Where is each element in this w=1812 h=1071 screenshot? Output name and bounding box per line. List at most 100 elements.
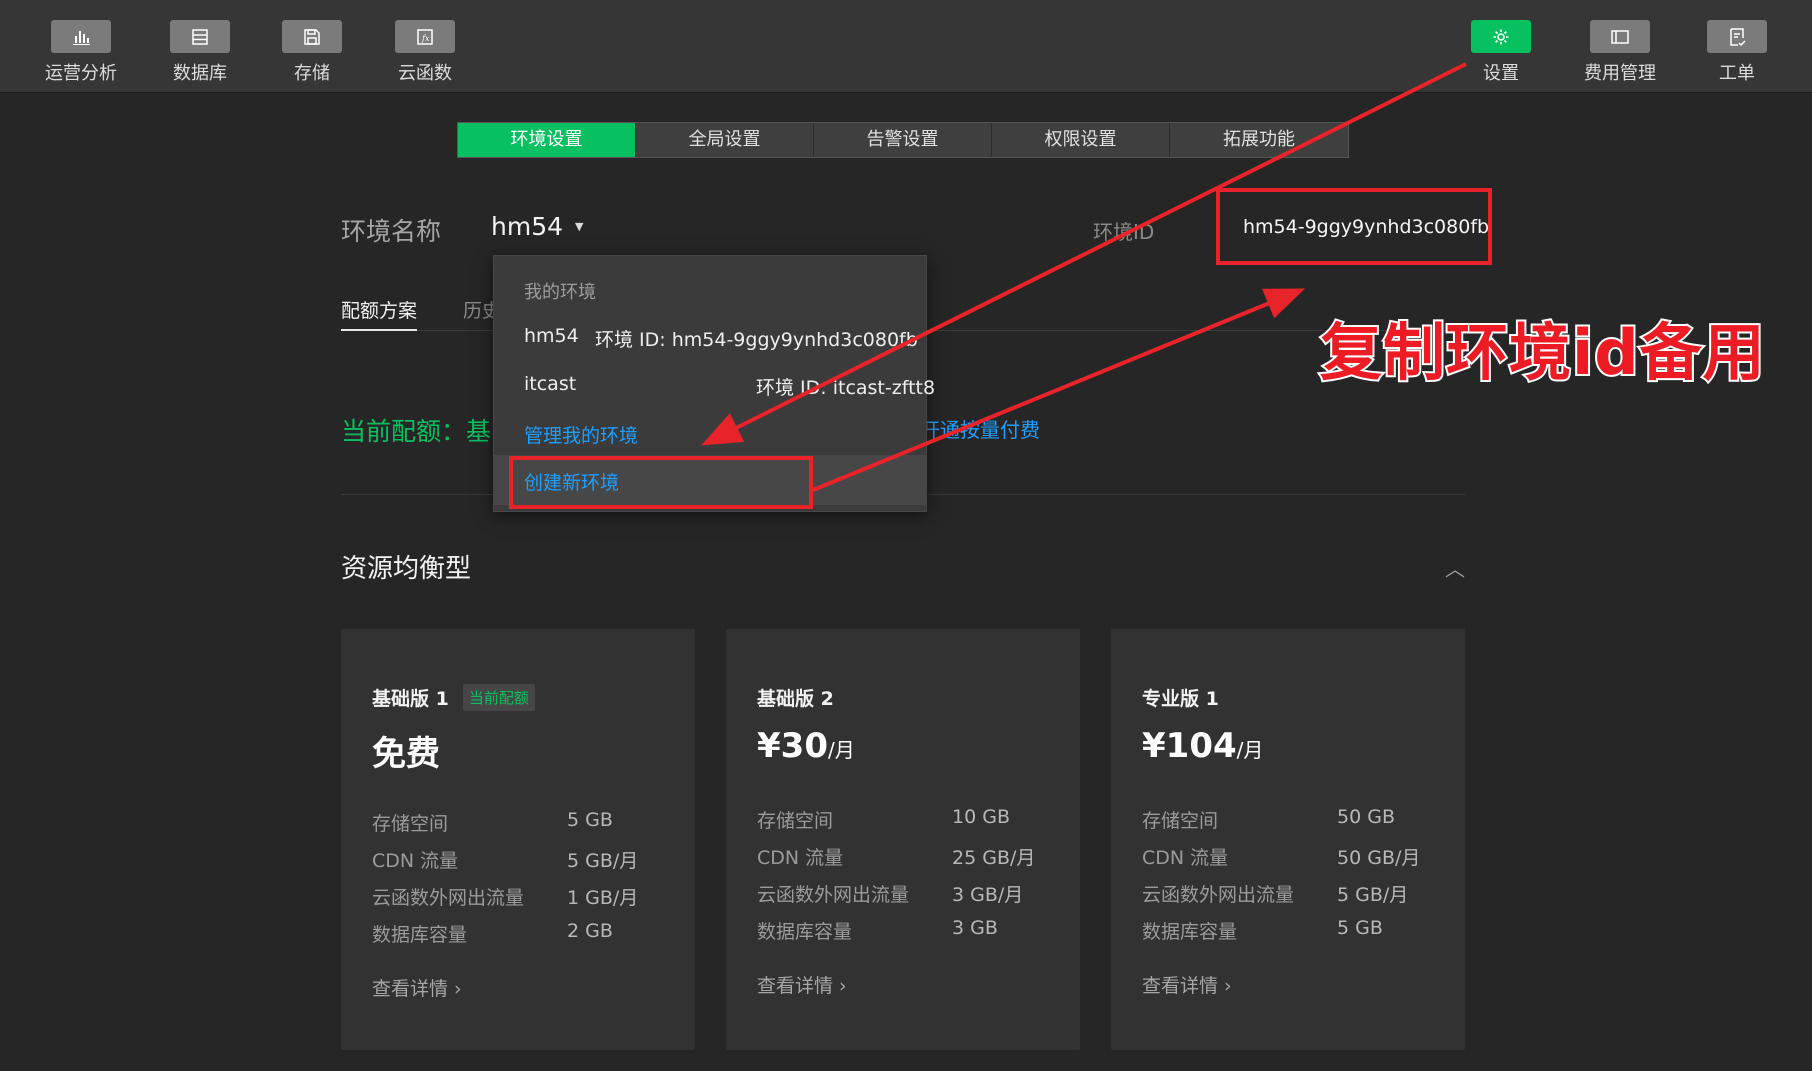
toolbar-billing-button[interactable]: 费用管理: [1575, 0, 1665, 93]
tab-alarm-settings[interactable]: 告警设置: [814, 123, 992, 157]
spec-value: 3 GB: [952, 917, 998, 939]
toolbar-settings-label: 设置: [1483, 63, 1519, 84]
caret-down-icon: ▼: [575, 220, 584, 233]
spec-row: 云函数外网出流量 1 GB/月: [372, 883, 638, 920]
save-icon: [282, 20, 342, 53]
spec-value: 50 GB/月: [1337, 847, 1421, 869]
spec-key: CDN 流量: [757, 847, 844, 869]
spec-value: 10 GB: [952, 806, 1010, 828]
function-icon: fx: [395, 20, 455, 53]
tab-global-settings[interactable]: 全局设置: [636, 123, 814, 157]
env-select-value: hm54: [491, 212, 564, 241]
env-item-name: hm54: [524, 325, 579, 347]
toolbar-ticket-label: 工单: [1719, 63, 1755, 84]
spec-row: 存储空间 10 GB: [757, 806, 1035, 843]
env-id-label: 环境ID: [1093, 220, 1155, 244]
env-select[interactable]: hm54 ▼: [491, 212, 583, 241]
plan-specs: 存储空间 10 GB CDN 流量 25 GB/月 云函数外网出流量 3 GB/月 数…: [757, 806, 1035, 954]
dropdown-env-item[interactable]: hm54 环境 ID: hm54-9ggy9ynhd3c080fb: [524, 325, 918, 351]
chevron-up-icon[interactable]: ︿: [1445, 553, 1465, 582]
spec-value: 5 GB/月: [1337, 884, 1409, 906]
ticket-icon: [1707, 20, 1767, 53]
spec-key: 云函数外网出流量: [372, 887, 525, 909]
spec-key: 存储空间: [757, 810, 834, 832]
plan-price: ¥104: [1142, 726, 1237, 766]
current-plan-badge: 当前配额: [462, 684, 535, 711]
toolbar-billing-label: 费用管理: [1584, 63, 1656, 84]
tab-extensions[interactable]: 拓展功能: [1170, 123, 1348, 157]
bar-chart-icon: [51, 20, 111, 53]
tab-environment-settings[interactable]: 环境设置: [458, 123, 636, 157]
view-details-link[interactable]: 查看详情 ›: [372, 974, 462, 1001]
create-env-highlight-box: [509, 456, 813, 509]
spec-value: 5 GB/月: [567, 850, 639, 872]
spec-value: 2 GB: [567, 920, 613, 942]
spec-row: CDN 流量 25 GB/月: [757, 843, 1035, 880]
spec-row: CDN 流量 50 GB/月: [1142, 843, 1420, 880]
spec-value: 5 GB: [1337, 917, 1383, 939]
toolbar-storage-label: 存储: [294, 63, 330, 84]
plan-name: 专业版 1: [1142, 688, 1219, 710]
env-id-highlight-box: [1216, 188, 1492, 265]
spec-row: 数据库容量 3 GB: [757, 917, 1035, 954]
plan-price-unit: /月: [1236, 738, 1264, 762]
env-item-name: itcast: [524, 373, 577, 395]
spec-key: 存储空间: [372, 813, 449, 835]
env-item-id: 环境 ID: itcast-zftt8: [756, 377, 936, 399]
plan-specs: 存储空间 5 GB CDN 流量 5 GB/月 云函数外网出流量 1 GB/月 数据库…: [372, 809, 638, 957]
spec-value: 50 GB: [1337, 806, 1395, 828]
spec-value: 3 GB/月: [952, 884, 1024, 906]
toolbar-cloud-function-button[interactable]: fx 云函数: [385, 0, 465, 93]
plan-price-unit: /月: [827, 738, 855, 762]
spec-value: 1 GB/月: [567, 887, 639, 909]
subtab-quota-plan[interactable]: 配额方案: [341, 296, 418, 331]
plan-specs: 存储空间 50 GB CDN 流量 50 GB/月 云函数外网出流量 5 GB/月 数…: [1142, 806, 1420, 954]
spec-key: 云函数外网出流量: [1142, 884, 1295, 906]
toolbar-database-label: 数据库: [173, 63, 227, 84]
spec-row: 存储空间 5 GB: [372, 809, 638, 846]
pay-as-you-go-link[interactable]: 开通按量付费: [920, 414, 1040, 443]
top-toolbar: 运营分析 数据库 存储 fx 云函数 设置 费用管理 工单: [0, 0, 1812, 93]
plan-name: 基础版 2: [757, 688, 834, 710]
section-title: 资源均衡型: [341, 554, 472, 584]
toolbar-database-button[interactable]: 数据库: [160, 0, 240, 93]
plan-card: 基础版 1 当前配额 免费 存储空间 5 GB CDN 流量 5 GB/月 云函数外…: [341, 629, 695, 1050]
svg-text:fx: fx: [421, 34, 430, 43]
plan-price: ¥30: [757, 726, 828, 766]
current-quota: 当前配额：基: [341, 417, 492, 446]
spec-row: 云函数外网出流量 5 GB/月: [1142, 880, 1420, 917]
manage-environments-link[interactable]: 管理我的环境: [524, 421, 638, 448]
toolbar-cloud-function-label: 云函数: [398, 63, 452, 84]
toolbar-ticket-button[interactable]: 工单: [1697, 0, 1777, 93]
env-item-id: 环境 ID: hm54-9ggy9ynhd3c080fb: [595, 329, 918, 351]
plan-card: 专业版 1 ¥104/月 存储空间 50 GB CDN 流量 50 GB/月 云函数…: [1111, 629, 1465, 1050]
tab-permission-settings[interactable]: 权限设置: [992, 123, 1170, 157]
spec-row: 存储空间 50 GB: [1142, 806, 1420, 843]
annotation-copy-env-id: 复制环境id备用: [1318, 314, 1767, 391]
plan-card: 基础版 2 ¥30/月 存储空间 10 GB CDN 流量 25 GB/月 云函数外…: [726, 629, 1080, 1050]
dropdown-header: 我的环境: [524, 282, 596, 303]
spec-row: 数据库容量 5 GB: [1142, 917, 1420, 954]
view-details-link[interactable]: 查看详情 ›: [1142, 971, 1232, 998]
spec-key: CDN 流量: [1142, 847, 1229, 869]
toolbar-settings-button[interactable]: 设置: [1461, 0, 1541, 93]
toolbar-analytics-label: 运营分析: [45, 63, 117, 84]
env-name-label: 环境名称: [341, 217, 442, 246]
toolbar-analytics-button[interactable]: 运营分析: [41, 0, 121, 93]
plan-price: 免费: [372, 734, 440, 774]
spec-value: 5 GB: [567, 809, 613, 831]
spec-key: 存储空间: [1142, 810, 1219, 832]
spec-key: 数据库容量: [757, 921, 853, 943]
spec-key: 数据库容量: [372, 924, 468, 946]
spec-key: CDN 流量: [372, 850, 459, 872]
dropdown-env-item[interactable]: itcast 环境 ID: itcast-zftt8: [524, 373, 935, 399]
plan-name: 基础版 1: [372, 688, 449, 710]
toolbar-storage-button[interactable]: 存储: [272, 0, 352, 93]
gear-icon: [1471, 20, 1531, 53]
spec-row: 云函数外网出流量 3 GB/月: [757, 880, 1035, 917]
spec-row: CDN 流量 5 GB/月: [372, 846, 638, 883]
settings-tabs: 环境设置 全局设置 告警设置 权限设置 拓展功能: [457, 122, 1349, 158]
view-details-link[interactable]: 查看详情 ›: [757, 971, 847, 998]
billing-icon: [1590, 20, 1650, 53]
spec-value: 25 GB/月: [952, 847, 1036, 869]
